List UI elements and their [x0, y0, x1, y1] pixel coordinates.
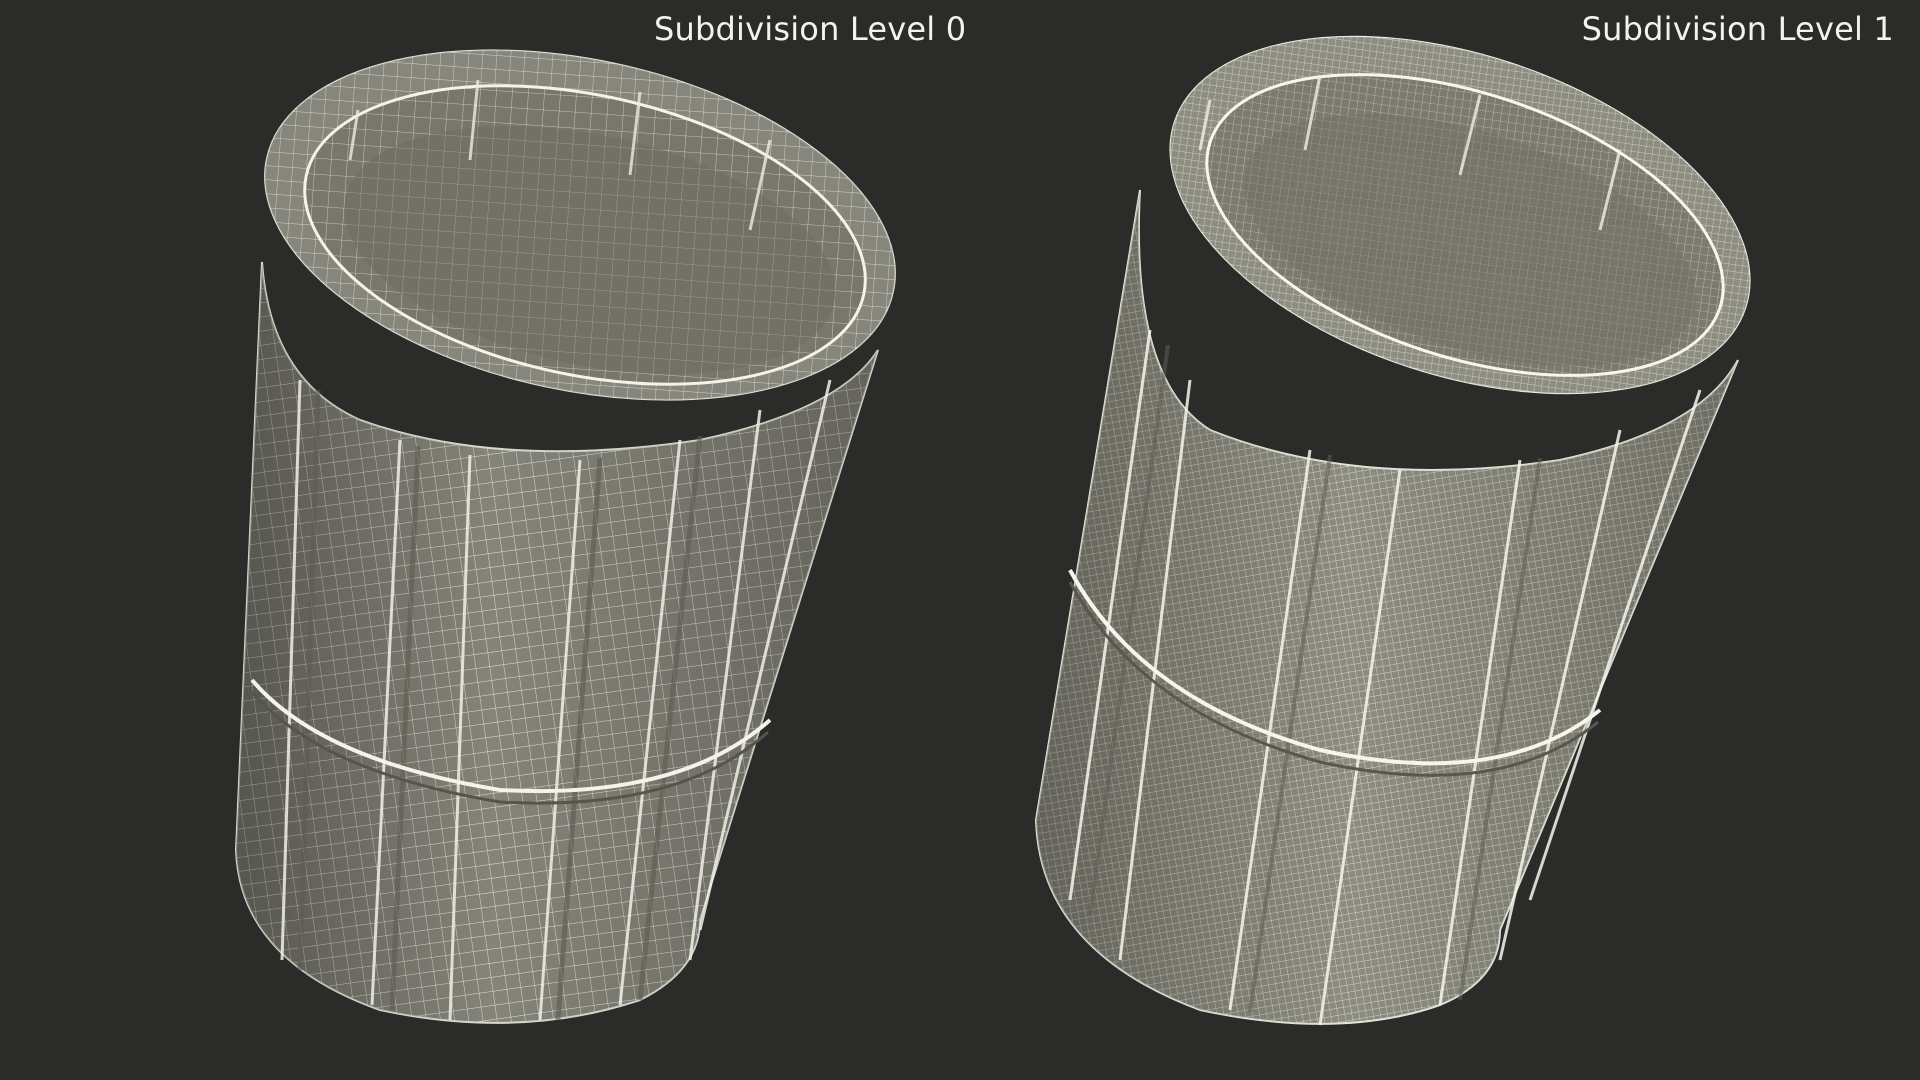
render-viewport: Subdivision Level 0 Subdivision Level 1 — [0, 0, 1920, 1080]
label-subdivision-level-1: Subdivision Level 1 — [1581, 10, 1894, 48]
label-subdivision-level-0: Subdivision Level 0 — [654, 10, 967, 48]
mesh-render-level-1 — [1034, 35, 1751, 1026]
